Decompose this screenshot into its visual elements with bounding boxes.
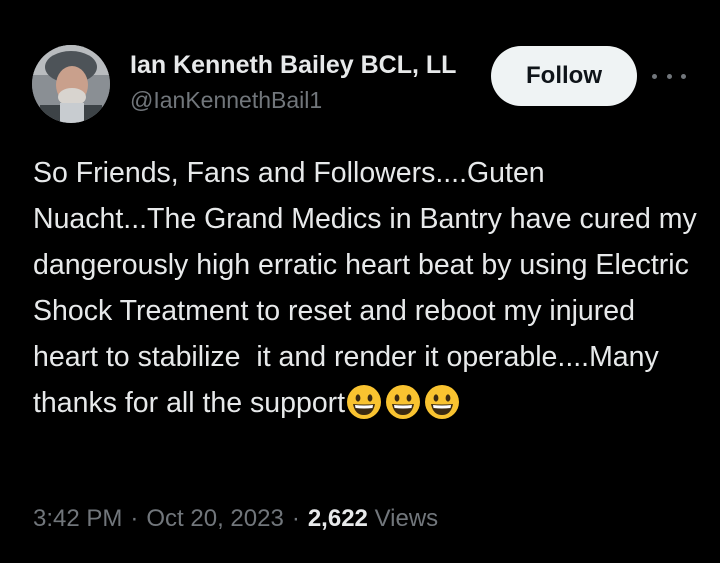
tweet-card: Ian Kenneth Bailey BCL, LL @IanKennethBa… — [0, 0, 720, 563]
follow-button[interactable]: Follow — [491, 46, 637, 106]
grinning-face-icon — [386, 385, 421, 419]
tweet-date[interactable]: Oct 20, 2023 — [146, 505, 283, 532]
avatar-image — [32, 45, 110, 123]
author-block: Ian Kenneth Bailey BCL, LL @IanKennethBa… — [130, 48, 480, 116]
grinning-face-icon — [347, 385, 382, 419]
tweet-text-container: So Friends, Fans and Followers....Guten … — [33, 150, 703, 426]
dot — [666, 73, 672, 79]
dot — [681, 73, 686, 79]
author-display-name[interactable]: Ian Kenneth Bailey BCL, LL — [130, 48, 477, 82]
avatar[interactable] — [32, 45, 110, 123]
views-count[interactable]: 2,622 — [308, 505, 368, 532]
emoji-row — [346, 384, 460, 420]
tweet-text: So Friends, Fans and Followers....Guten … — [33, 157, 705, 419]
more-horizontal-icon[interactable] — [652, 62, 686, 90]
views-label[interactable]: Views — [375, 505, 439, 532]
dot — [652, 73, 657, 79]
tweet-meta: 3:42 PM · Oct 20, 2023 · 2,622 Views — [33, 502, 438, 536]
grinning-face-icon — [425, 385, 460, 419]
tweet-time[interactable]: 3:42 PM — [33, 505, 122, 532]
meta-separator: · — [291, 505, 300, 532]
meta-separator: · — [130, 505, 139, 532]
author-handle[interactable]: @IanKennethBail1 — [130, 84, 480, 116]
